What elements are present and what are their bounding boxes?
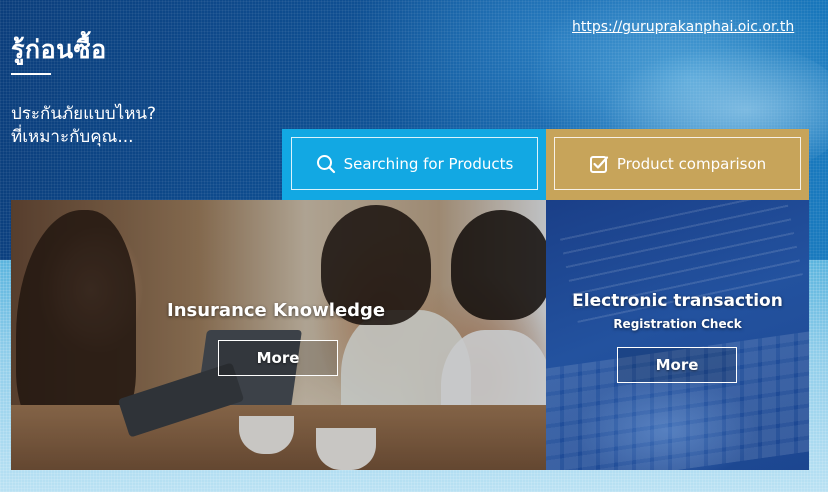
subtitle: ประกันภัยแบบไหน? ที่เหมาะกับคุณ... <box>11 103 156 149</box>
insurance-knowledge-more-button[interactable]: More <box>218 340 338 376</box>
subtitle-line-1: ประกันภัยแบบไหน? <box>11 104 157 124</box>
search-panel: Searching for Products <box>282 129 546 200</box>
search-products-button[interactable]: Searching for Products <box>291 137 538 190</box>
photo-overlay <box>11 200 546 470</box>
product-comparison-button[interactable]: Product comparison <box>554 137 801 190</box>
electronic-transaction-title: Electronic transaction <box>572 291 783 311</box>
subtitle-line-2: ที่เหมาะกับคุณ... <box>11 127 134 147</box>
product-comparison-label: Product comparison <box>616 154 767 173</box>
electronic-transaction-card: Electronic transaction Registration Chec… <box>546 200 809 470</box>
page: รู้ก่อนซื้อ ประกันภัยแบบไหน? ที่เหมาะกับ… <box>0 0 828 492</box>
page-title: รู้ก่อนซื้อ <box>11 35 107 64</box>
registration-check-subtitle: Registration Check <box>613 317 742 331</box>
search-icon <box>316 154 336 174</box>
checkbox-icon <box>589 154 609 174</box>
search-products-label: Searching for Products <box>343 154 514 173</box>
insurance-knowledge-card: Insurance Knowledge More <box>11 200 546 470</box>
insurance-knowledge-title: Insurance Knowledge <box>167 300 386 321</box>
compare-panel: Product comparison <box>546 129 809 200</box>
title-underline <box>11 73 51 75</box>
site-url-link[interactable]: https://guruprakanphai.oic.or.th <box>572 19 794 35</box>
electronic-transaction-more-button[interactable]: More <box>617 347 737 383</box>
